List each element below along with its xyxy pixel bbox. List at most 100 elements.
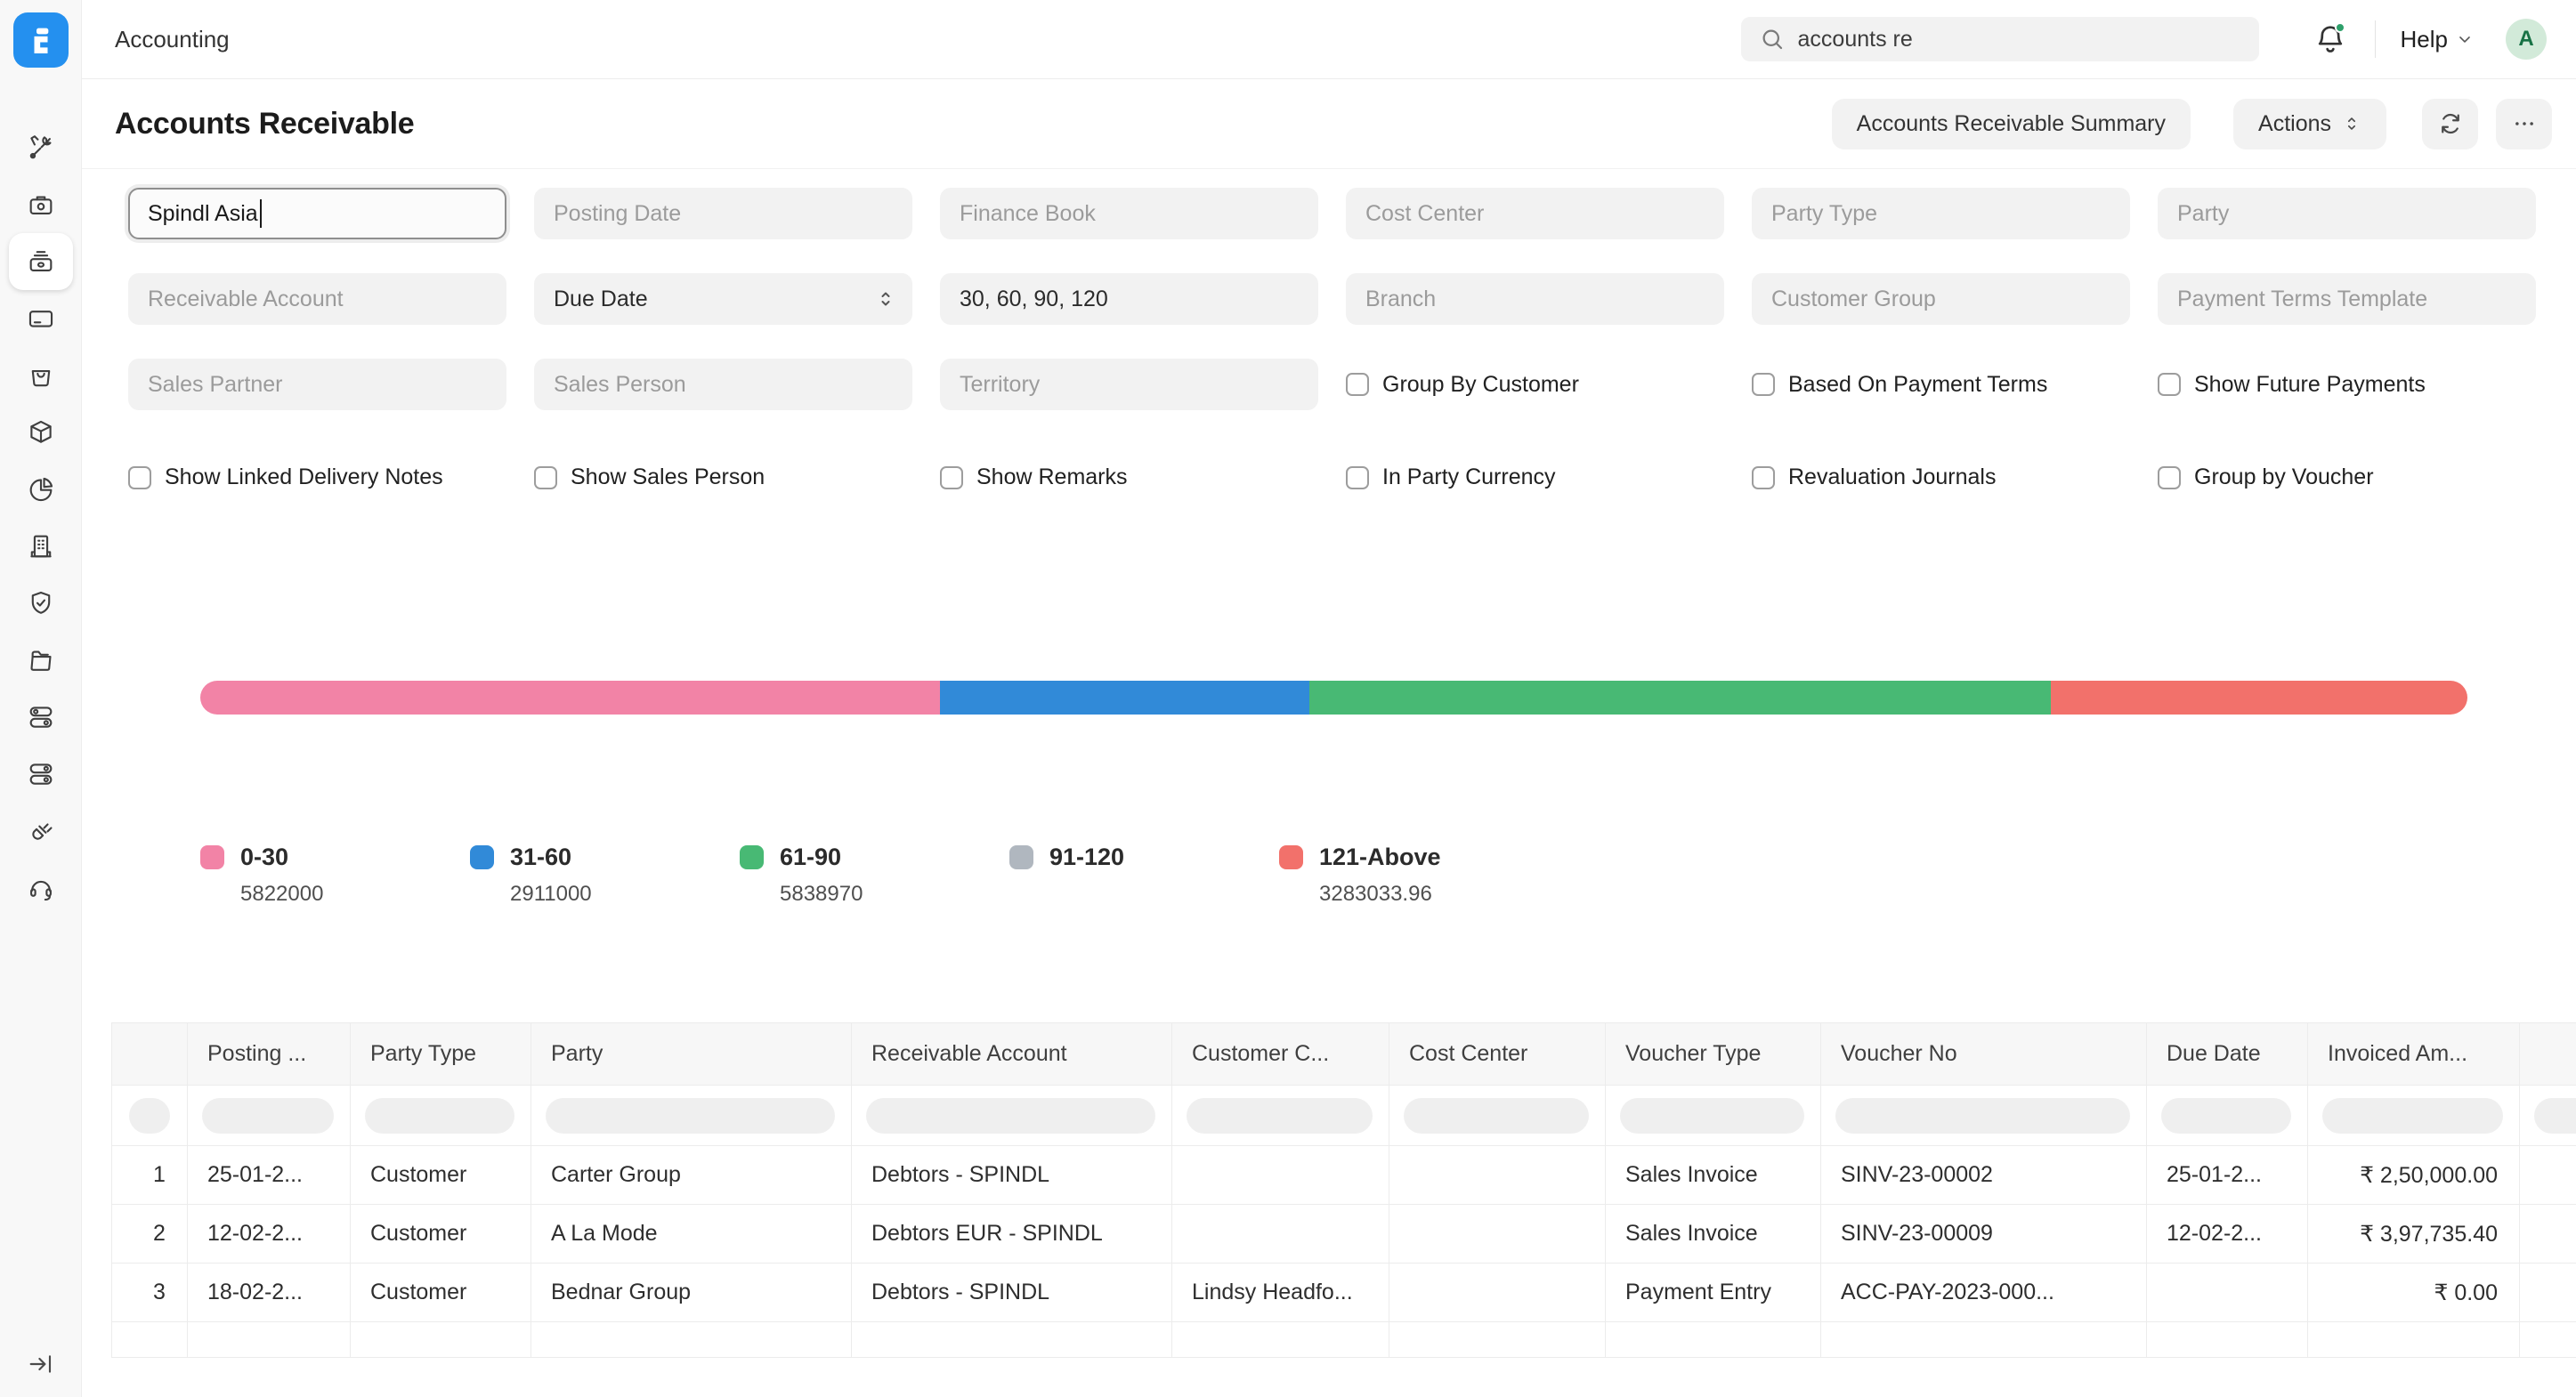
sidebar-item-selling[interactable]: [9, 347, 73, 404]
table-row[interactable]: 3 18-02-2... Customer Bednar Group Debto…: [112, 1264, 2576, 1322]
actions-button[interactable]: Actions: [2233, 99, 2386, 149]
column-header-party-type[interactable]: Party Type: [351, 1023, 531, 1086]
column-filter-input[interactable]: [129, 1098, 170, 1134]
checkbox-show-future-payments[interactable]: Show Future Payments: [2158, 372, 2536, 398]
column-header-invoiced-amount[interactable]: Invoiced Am...: [2308, 1023, 2520, 1086]
column-header-due-date[interactable]: Due Date: [2147, 1023, 2308, 1086]
sidebar-item-card[interactable]: [9, 290, 73, 347]
checkbox-revaluation-journals[interactable]: Revaluation Journals: [1752, 464, 2130, 490]
finance-book-filter[interactable]: [940, 188, 1318, 239]
sidebar-item-payments[interactable]: [9, 176, 73, 233]
summary-report-button[interactable]: Accounts Receivable Summary: [1832, 99, 2191, 149]
search-input[interactable]: [1798, 27, 2241, 52]
app-logo[interactable]: [13, 12, 69, 68]
column-header-receivable-account[interactable]: Receivable Account: [852, 1023, 1172, 1086]
column-header-index[interactable]: [112, 1023, 188, 1086]
checkbox-group-by-customer[interactable]: Group By Customer: [1346, 372, 1724, 398]
table-row[interactable]: 1 25-01-2... Customer Carter Group Debto…: [112, 1146, 2576, 1205]
column-filter-input[interactable]: [2161, 1098, 2291, 1134]
sales-partner-filter[interactable]: [128, 359, 506, 410]
sidebar-item-accounting[interactable]: [9, 233, 73, 290]
legend-item-91-120: 91-120: [1009, 844, 1279, 907]
table-row[interactable]: 2 12-02-2... Customer A La Mode Debtors …: [112, 1205, 2576, 1264]
column-header-posting-date[interactable]: Posting ...: [188, 1023, 351, 1086]
sidebar-item-stock[interactable]: [9, 404, 73, 461]
legend-value: 5822000: [240, 882, 470, 907]
column-header-customer-contact[interactable]: Customer C...: [1172, 1023, 1389, 1086]
refresh-button[interactable]: [2422, 99, 2478, 149]
cell-receivable-account: Debtors EUR - SPINDL: [852, 1205, 1172, 1264]
ageing-range-filter[interactable]: [940, 273, 1318, 325]
collapse-sidebar-button[interactable]: [27, 1350, 55, 1383]
checkbox-label: In Party Currency: [1382, 464, 1556, 490]
menu-button[interactable]: [2496, 99, 2552, 149]
sort-arrows-icon: [2342, 114, 2361, 133]
ellipsis-icon: [2511, 110, 2538, 137]
company-filter[interactable]: Spindl Asia: [128, 188, 506, 239]
legend-value: 5838970: [780, 882, 1009, 907]
column-filter-input[interactable]: [1404, 1098, 1589, 1134]
legend-label: 0-30: [240, 844, 288, 871]
sidebar-item-quality[interactable]: [9, 575, 73, 632]
checkbox-show-remarks[interactable]: Show Remarks: [940, 464, 1318, 490]
sidebar-nav: [9, 119, 73, 917]
customer-group-filter[interactable]: [1752, 273, 2130, 325]
checkbox-show-linked-delivery-notes[interactable]: Show Linked Delivery Notes: [128, 464, 506, 490]
column-filter-input[interactable]: [2534, 1098, 2576, 1134]
sidebar-item-tools[interactable]: [9, 119, 73, 176]
legend-label: 31-60: [510, 844, 571, 871]
party-filter[interactable]: [2158, 188, 2536, 239]
column-filter-input[interactable]: [1835, 1098, 2130, 1134]
search-icon: [1759, 26, 1786, 52]
help-menu[interactable]: Help: [2401, 26, 2474, 53]
column-header-extra[interactable]: [2520, 1023, 2576, 1086]
legend-label: 91-120: [1049, 844, 1124, 871]
payment-terms-template-filter[interactable]: [2158, 273, 2536, 325]
cell-customer-contact: [1172, 1146, 1389, 1205]
column-filter-input[interactable]: [866, 1098, 1155, 1134]
column-header-cost-center[interactable]: Cost Center: [1389, 1023, 1606, 1086]
checkbox-label: Group By Customer: [1382, 372, 1579, 398]
cell-party-type: Customer: [351, 1146, 531, 1205]
territory-filter[interactable]: [940, 359, 1318, 410]
cost-center-filter[interactable]: [1346, 188, 1724, 239]
sidebar-item-analytics[interactable]: [9, 461, 73, 518]
sidebar-item-integrations[interactable]: [9, 803, 73, 860]
notifications-button[interactable]: [2313, 21, 2348, 57]
column-filter-input[interactable]: [546, 1098, 835, 1134]
cell-posting-date: 25-01-2...: [188, 1146, 351, 1205]
checkbox-group-by-voucher[interactable]: Group by Voucher: [2158, 464, 2536, 490]
receivable-account-filter[interactable]: [128, 273, 506, 325]
cell-extra: [2520, 1264, 2576, 1322]
column-filter-input[interactable]: [365, 1098, 514, 1134]
posting-date-filter[interactable]: [534, 188, 912, 239]
sidebar-item-controls[interactable]: [9, 746, 73, 803]
sales-person-filter[interactable]: [534, 359, 912, 410]
user-avatar[interactable]: A: [2506, 19, 2547, 60]
column-filter-input[interactable]: [1187, 1098, 1373, 1134]
legend-item-61-90: 61-905838970: [740, 844, 1009, 907]
global-search[interactable]: [1741, 17, 2259, 61]
column-header-party[interactable]: Party: [531, 1023, 852, 1086]
column-filter-input[interactable]: [1620, 1098, 1804, 1134]
branch-filter[interactable]: [1346, 273, 1724, 325]
checkbox-based-on-payment-terms[interactable]: Based On Payment Terms: [1752, 372, 2130, 398]
cell-due-date: 12-02-2...: [2147, 1205, 2308, 1264]
cell-voucher-no: ACC-PAY-2023-000...: [1821, 1264, 2147, 1322]
column-header-voucher-no[interactable]: Voucher No: [1821, 1023, 2147, 1086]
column-filter-input[interactable]: [2322, 1098, 2503, 1134]
due-date-select[interactable]: Due Date: [534, 273, 912, 325]
chevron-down-icon: [2456, 30, 2474, 48]
legend-item-31-60: 31-602911000: [470, 844, 740, 907]
cell-cost-center: [1389, 1146, 1606, 1205]
column-filter-input[interactable]: [202, 1098, 334, 1134]
checkbox-show-sales-person[interactable]: Show Sales Person: [534, 464, 912, 490]
sidebar-item-organization[interactable]: [9, 518, 73, 575]
sidebar-item-support[interactable]: [9, 860, 73, 917]
sidebar-item-settings[interactable]: [9, 689, 73, 746]
legend-swatch: [1009, 845, 1033, 869]
sidebar-item-projects[interactable]: [9, 632, 73, 689]
column-header-voucher-type[interactable]: Voucher Type: [1606, 1023, 1821, 1086]
checkbox-in-party-currency[interactable]: In Party Currency: [1346, 464, 1724, 490]
party-type-filter[interactable]: [1752, 188, 2130, 239]
